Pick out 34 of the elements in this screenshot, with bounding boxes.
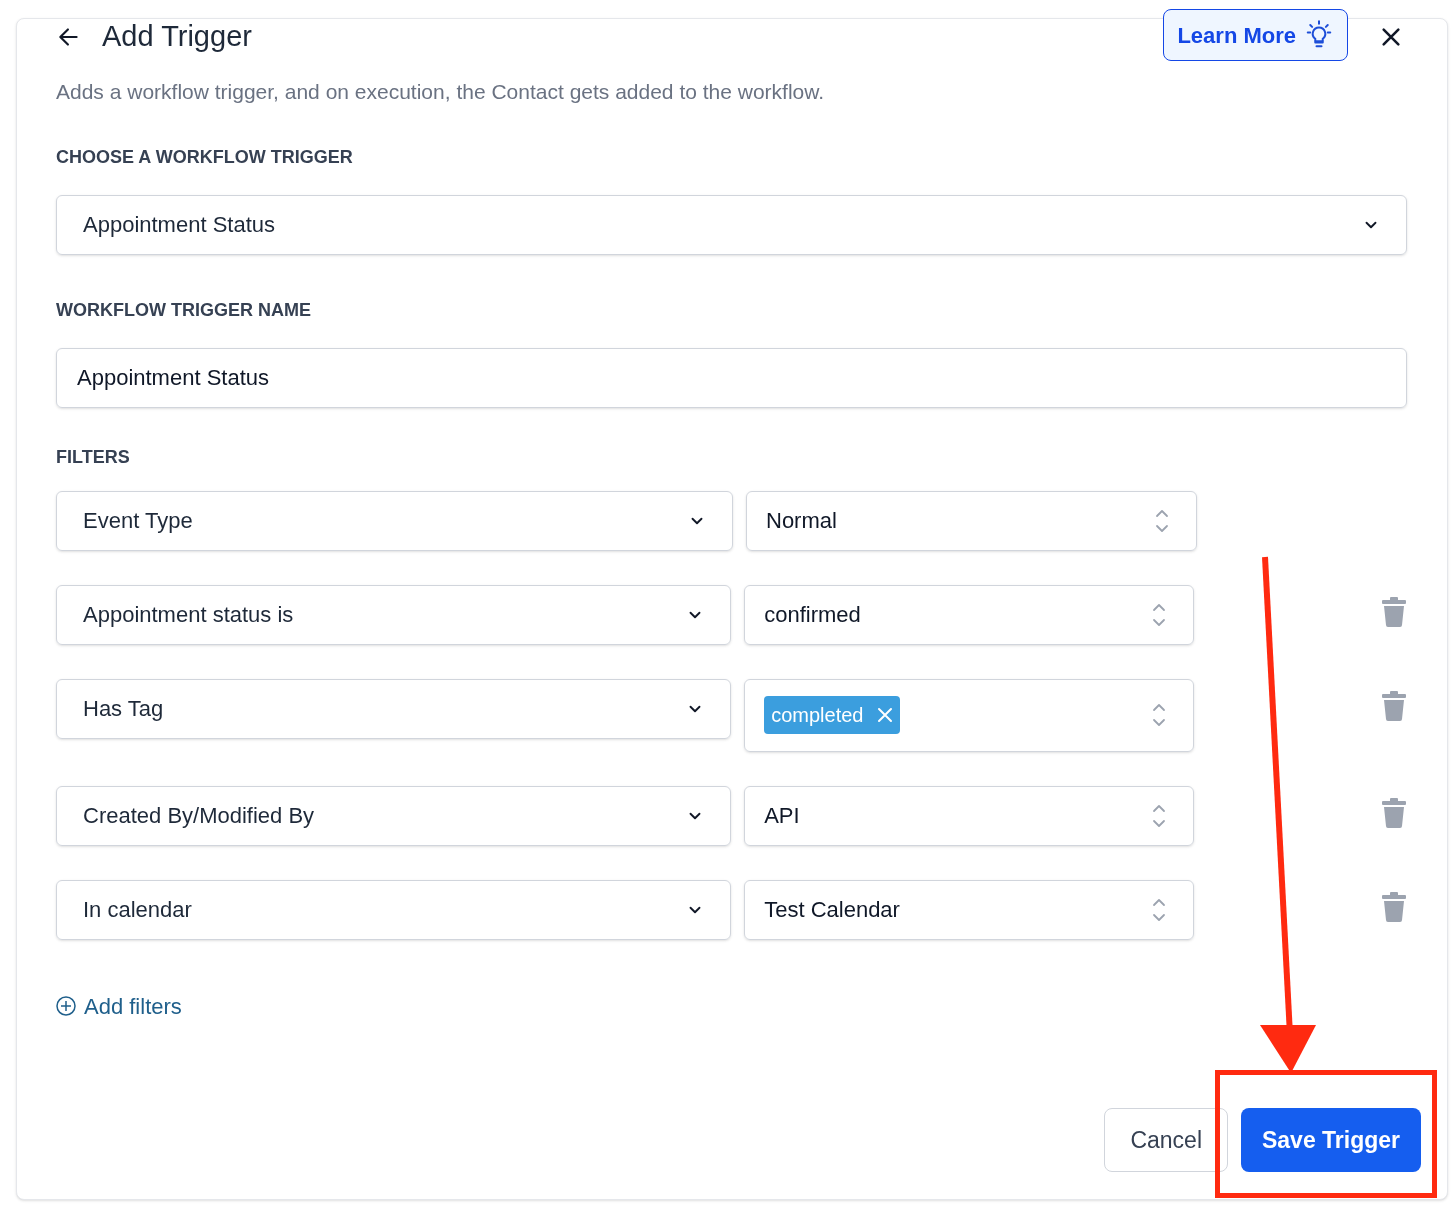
learn-more-button[interactable]: Learn More [1163,9,1348,61]
trash-icon[interactable] [1381,891,1407,922]
filter-field-select[interactable]: Event Type [56,490,733,551]
tag-chip: completed [764,696,901,734]
remove-tag-icon[interactable] [877,707,894,723]
filter-field-select[interactable]: Appointment status is [56,584,732,645]
lightbulb-icon [1304,20,1334,50]
filter-field-select[interactable]: Has Tag [56,678,732,739]
filter-value-select[interactable]: Test Calendar [744,879,1194,940]
dialog-description: Adds a workflow trigger, and on execution, the Contact gets added to the workflow. [56,79,826,105]
trigger-name-field[interactable]: Appointment Status [56,347,1407,408]
filter-value-select[interactable]: confirmed [744,584,1194,645]
cancel-button[interactable]: Cancel [1104,1108,1228,1172]
dialog-title: Add Trigger [102,19,252,55]
save-trigger-button[interactable]: Save Trigger [1241,1108,1421,1172]
close-icon[interactable] [1380,26,1402,48]
section-label: CHOOSE A WORKFLOW TRIGGER [56,145,354,169]
add-filters-link[interactable]: Add filters [56,989,182,1023]
trash-icon[interactable] [1381,690,1407,721]
filter-field-select[interactable]: In calendar [56,879,732,940]
up-down-chevron-icon [1151,601,1167,628]
up-down-chevron-icon [1154,507,1170,534]
filter-value-select[interactable]: Normal [746,490,1197,551]
up-down-chevron-icon [1151,896,1167,923]
up-down-chevron-icon [1151,702,1167,728]
plus-circle-icon [56,996,76,1016]
up-down-chevron-icon [1151,802,1167,829]
trash-icon[interactable] [1381,797,1407,828]
trigger-select[interactable]: Appointment Status [56,194,1407,255]
section-label: WORKFLOW TRIGGER NAME [56,298,312,322]
trash-icon[interactable] [1381,596,1407,627]
section-label: FILTERS [56,445,131,469]
filter-value-select[interactable]: API [744,785,1194,846]
filter-field-select[interactable]: Created By/Modified By [56,785,732,846]
